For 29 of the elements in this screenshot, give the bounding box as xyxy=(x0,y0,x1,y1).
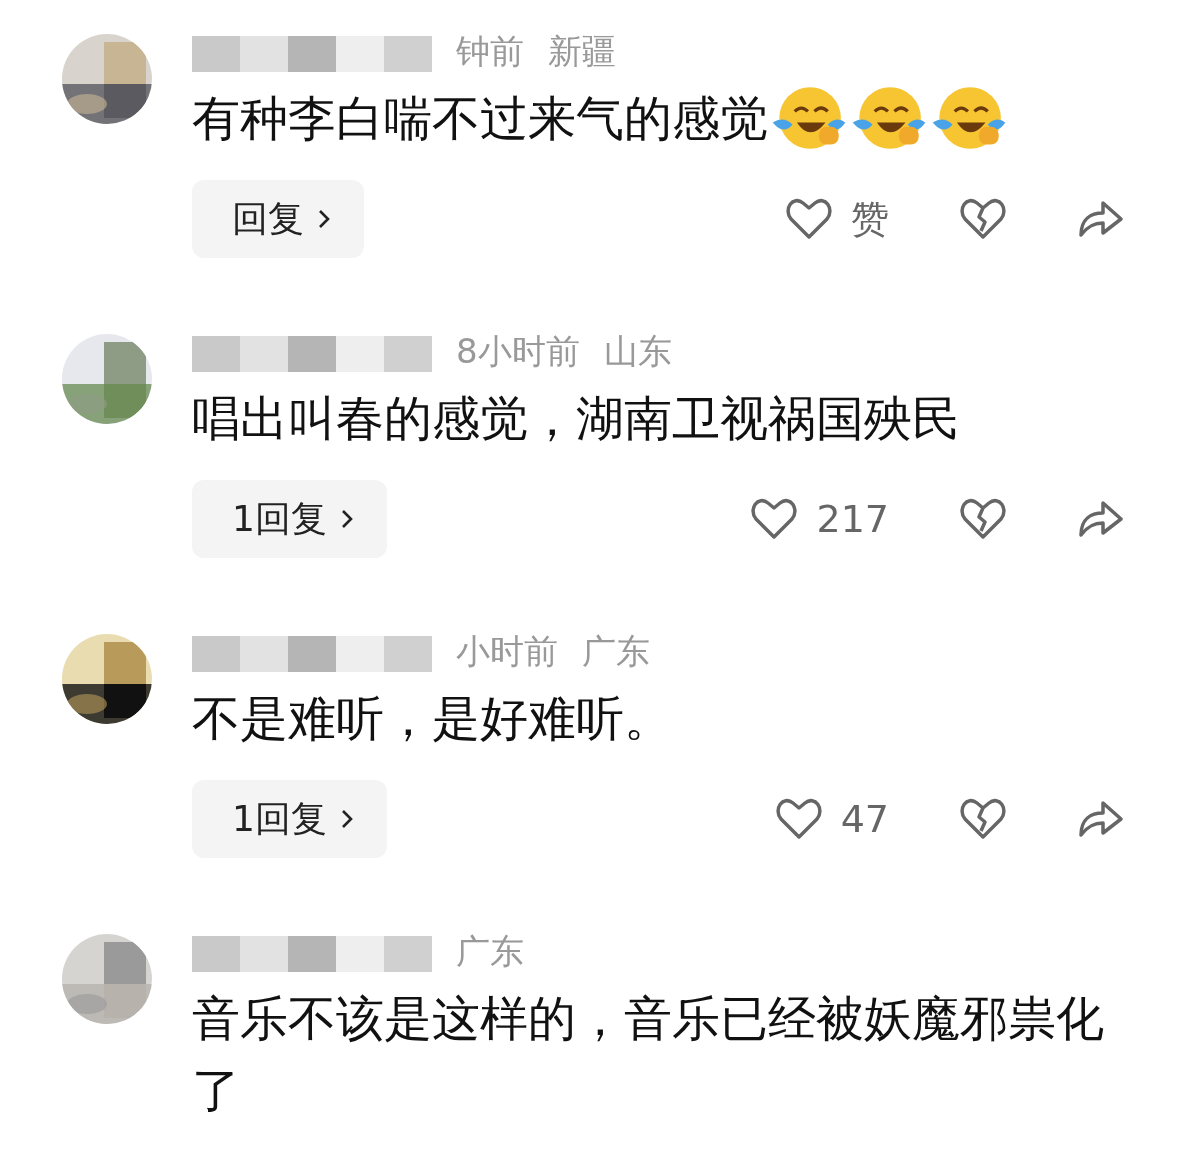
comment-location: 新疆 xyxy=(548,30,616,73)
broken-heart-icon[interactable] xyxy=(959,497,1007,541)
heart-icon[interactable] xyxy=(785,197,833,241)
laughing-emoji-icon xyxy=(930,85,1008,151)
comment-text: 音乐不该是这样的，音乐已经被妖魔邪祟化了 xyxy=(192,989,1105,1120)
broken-heart-icon[interactable] xyxy=(959,197,1007,241)
like-count: 47 xyxy=(840,797,889,841)
comment-text: 不是难听，是好难听。 xyxy=(192,689,672,748)
laughing-emoji-icon xyxy=(850,85,928,151)
like-count: 217 xyxy=(816,497,889,541)
comment-location: 广东 xyxy=(456,930,524,973)
comment-text: 唱出叫春的感觉，湖南卫视祸国殃民 xyxy=(192,389,960,448)
chevron-icon xyxy=(340,809,353,829)
chevron-icon xyxy=(340,509,353,529)
comment-location: 山东 xyxy=(603,330,672,373)
broken-heart-icon[interactable] xyxy=(959,797,1007,841)
comment-time: 8小时前 xyxy=(456,330,580,373)
comment-text: 有种李白喘不过来气的感觉 xyxy=(192,89,768,148)
comment-location: 广东 xyxy=(582,630,650,673)
reply-button[interactable]: 1回复 xyxy=(192,480,387,558)
heart-icon[interactable] xyxy=(774,797,823,841)
laughing-emoji-icon xyxy=(770,85,848,151)
comment-time: 小时前 xyxy=(456,630,558,673)
reply-button[interactable]: 1回复 xyxy=(192,780,387,858)
reply-button[interactable]: 回复 xyxy=(192,180,364,258)
heart-icon[interactable] xyxy=(750,497,799,541)
comment-time: 钟前 xyxy=(456,30,524,73)
like-count: 赞 xyxy=(851,195,889,243)
chevron-icon xyxy=(318,209,330,229)
